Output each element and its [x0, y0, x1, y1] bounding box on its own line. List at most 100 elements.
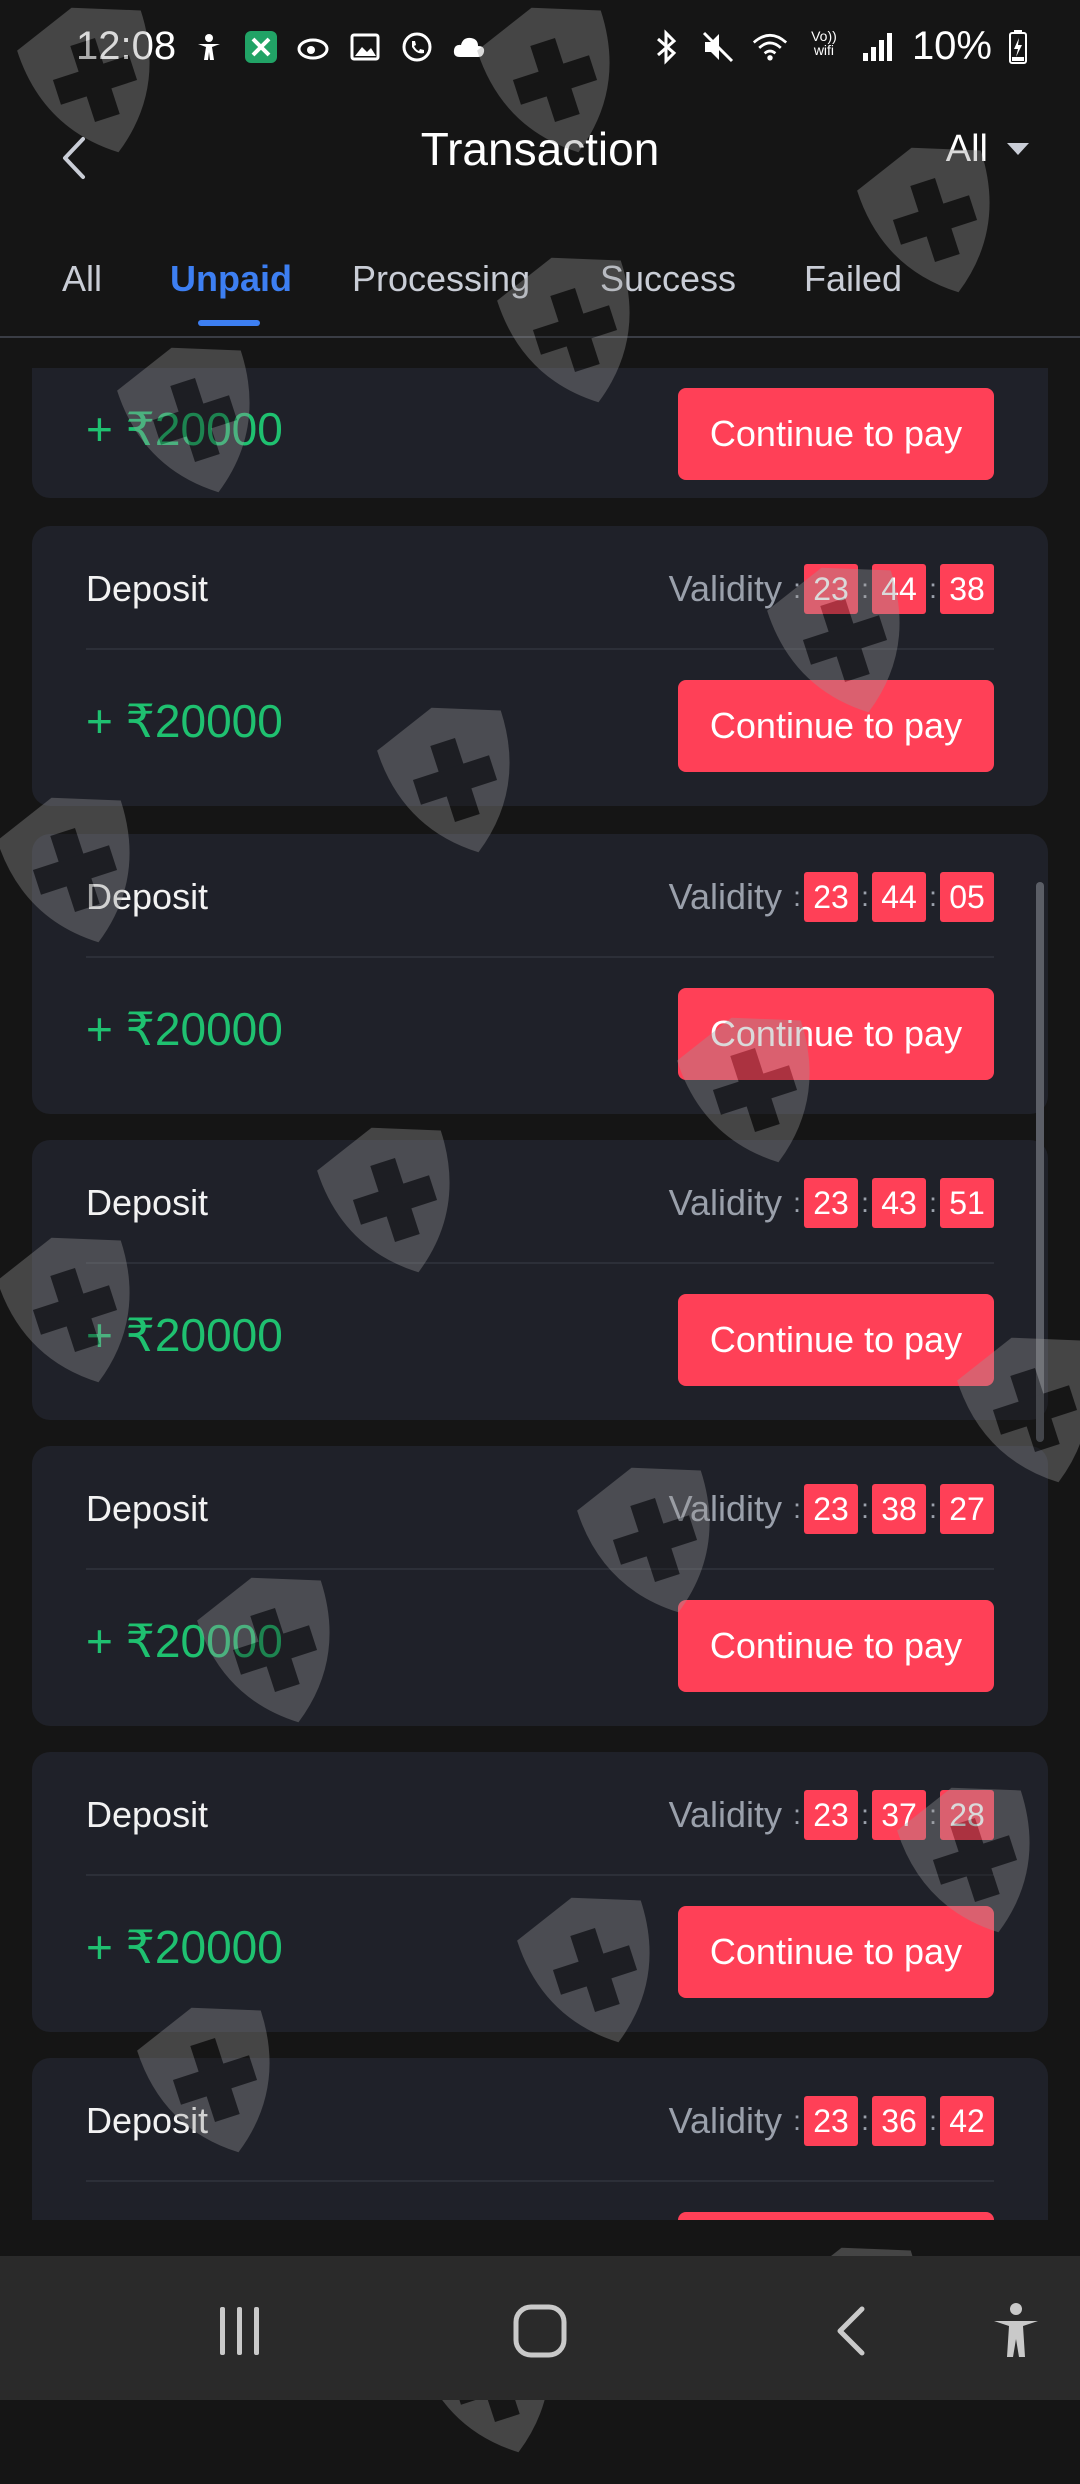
status-time: 12:08	[76, 24, 177, 68]
continue-to-pay-button[interactable]: Continue to pay	[678, 680, 994, 772]
transaction-card: Deposit Validity: 23: 43: 51 + ₹20000 Co…	[32, 1140, 1048, 1420]
validity-label: Validity	[668, 1488, 782, 1529]
countdown-minutes: 36	[872, 2096, 926, 2146]
continue-to-pay-button[interactable]: Continue to pay	[678, 388, 994, 480]
continue-to-pay-button[interactable]: Continue to pay	[678, 1294, 994, 1386]
back-icon	[837, 2306, 865, 2356]
continue-to-pay-button[interactable]: Continue to pay	[678, 988, 994, 1080]
tab-unpaid[interactable]: Unpaid	[170, 258, 292, 300]
amount: + ₹20000	[86, 695, 283, 747]
card-header: Deposit Validity: 23: 44: 38	[86, 526, 994, 650]
back-nav-button[interactable]	[800, 2286, 900, 2376]
countdown-hours: 23	[804, 564, 858, 614]
card-header: Deposit Validity: 23: 44: 05	[86, 834, 994, 958]
transaction-card: Deposit Validity: 23: 38: 27 + ₹20000 Co…	[32, 1446, 1048, 1726]
countdown-hours: 23	[804, 2096, 858, 2146]
transaction-type: Deposit	[86, 876, 209, 917]
continue-to-pay-button[interactable]	[678, 2212, 994, 2220]
card-header: Deposit Validity: 23: 37: 28	[86, 1752, 994, 1876]
caret-down-icon	[1007, 143, 1029, 155]
countdown-seconds: 05	[940, 872, 994, 922]
continue-to-pay-button[interactable]: Continue to pay	[678, 1600, 994, 1692]
filter-label: All	[945, 128, 988, 170]
status-bar: 12:08 Vo)) wifi 10%	[0, 0, 1080, 100]
active-tab-indicator	[198, 320, 260, 326]
transaction-card: Deposit Validity: 23: 44: 05 + ₹20000 Co…	[32, 834, 1048, 1114]
recents-button[interactable]	[190, 2286, 290, 2376]
validity-countdown: Validity: 23: 44: 05	[669, 872, 994, 922]
countdown-seconds: 38	[940, 564, 994, 614]
tab-success[interactable]: Success	[600, 258, 736, 300]
recents-icon	[220, 2307, 259, 2355]
transaction-type: Deposit	[86, 1182, 209, 1223]
card-header: Deposit Validity: 23: 38: 27	[86, 1446, 994, 1570]
countdown-seconds: 28	[940, 1790, 994, 1840]
accessibility-button[interactable]	[966, 2286, 1066, 2376]
amount: + ₹20000	[86, 1003, 283, 1055]
countdown-seconds: 51	[940, 1178, 994, 1228]
validity-countdown: Validity: 23: 44: 38	[669, 564, 994, 614]
validity-label: Validity	[668, 2100, 782, 2141]
continue-to-pay-button[interactable]: Continue to pay	[678, 1906, 994, 1998]
battery-charging-icon	[1008, 29, 1028, 65]
home-icon	[513, 2304, 567, 2358]
validity-label: Validity	[668, 1794, 782, 1835]
transaction-card: Deposit Validity: 23: 36: 42	[32, 2058, 1048, 2220]
phone-icon	[400, 30, 434, 64]
amount: + ₹20000	[86, 1309, 283, 1361]
scrollbar[interactable]	[1036, 882, 1044, 1442]
app-header: Transaction All	[0, 100, 1080, 220]
validity-countdown: Validity: 23: 43: 51	[669, 1178, 994, 1228]
home-button[interactable]	[490, 2286, 590, 2376]
cloud-icon	[452, 30, 486, 64]
filter-dropdown[interactable]: All	[946, 114, 1030, 184]
signal-icon	[860, 29, 896, 65]
transaction-type: Deposit	[86, 2100, 209, 2141]
validity-countdown: Validity: 23: 37: 28	[669, 1790, 994, 1840]
countdown-minutes: 37	[872, 1790, 926, 1840]
card-header: Deposit Validity: 23: 43: 51	[86, 1140, 994, 1264]
countdown-hours: 23	[804, 872, 858, 922]
validity-label: Validity	[668, 876, 782, 917]
accessibility-icon	[994, 2303, 1038, 2357]
amount: + ₹20000	[86, 1921, 283, 1973]
countdown-hours: 23	[804, 1178, 858, 1228]
transaction-type: Deposit	[86, 1794, 209, 1835]
notification-icons	[192, 30, 486, 64]
countdown-seconds: 42	[940, 2096, 994, 2146]
accessibility-icon	[192, 30, 226, 64]
wifi-icon	[752, 29, 788, 65]
status-tabs: All Unpaid Processing Success Failed	[0, 228, 1080, 338]
battery-percent: 10%	[911, 24, 992, 68]
transaction-card: Deposit Validity: 23: 37: 28 + ₹20000 Co…	[32, 1752, 1048, 2032]
countdown-hours: 23	[804, 1484, 858, 1534]
transaction-card: + ₹20000 Continue to pay	[32, 368, 1048, 498]
card-header: Deposit Validity: 23: 36: 42	[86, 2058, 994, 2182]
validity-countdown: Validity: 23: 36: 42	[669, 2096, 994, 2146]
bluetooth-icon	[648, 28, 684, 65]
system-icons: Vo)) wifi 10%	[648, 24, 1028, 69]
countdown-hours: 23	[804, 1790, 858, 1840]
validity-label: Validity	[668, 568, 782, 609]
transaction-type: Deposit	[86, 568, 209, 609]
vowifi-icon: Vo)) wifi	[811, 27, 837, 58]
amount: + ₹20000	[86, 403, 283, 455]
mute-icon	[700, 29, 736, 65]
link-icon	[296, 30, 330, 64]
countdown-seconds: 27	[940, 1484, 994, 1534]
amount: + ₹20000	[86, 1615, 283, 1667]
validity-label: Validity	[668, 1182, 782, 1223]
countdown-minutes: 43	[872, 1178, 926, 1228]
page-title: Transaction	[420, 123, 660, 175]
countdown-minutes: 44	[872, 564, 926, 614]
tab-processing[interactable]: Processing	[352, 258, 530, 300]
validity-countdown: Validity: 23: 38: 27	[669, 1484, 994, 1534]
excel-icon	[244, 30, 278, 64]
countdown-minutes: 38	[872, 1484, 926, 1534]
transaction-type: Deposit	[86, 1488, 209, 1529]
tab-all[interactable]: All	[62, 258, 102, 300]
transaction-list[interactable]: + ₹20000 Continue to pay Deposit Validit…	[0, 368, 1080, 2220]
countdown-minutes: 44	[872, 872, 926, 922]
tab-failed[interactable]: Failed	[804, 258, 902, 300]
navigation-bar	[0, 2256, 1080, 2400]
